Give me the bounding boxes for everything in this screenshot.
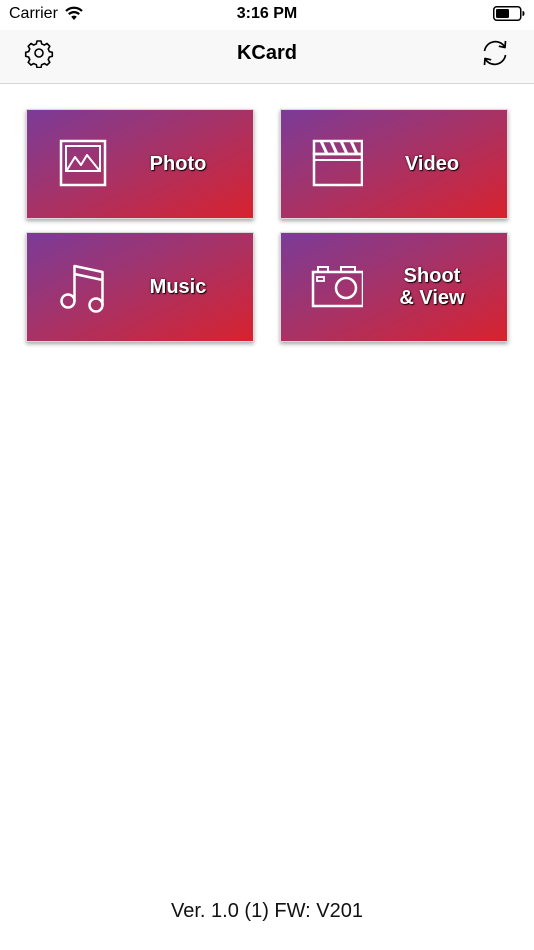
navigation-bar: KCard — [0, 30, 534, 84]
shoot-view-tile[interactable]: Shoot & View — [280, 232, 508, 342]
photo-tile[interactable]: Photo — [26, 109, 254, 219]
music-note-icon — [60, 264, 104, 313]
music-tile[interactable]: Music — [26, 232, 254, 342]
tile-label: Music — [149, 276, 207, 298]
camera-icon — [311, 266, 363, 308]
tile-label: Shoot & View — [399, 265, 465, 309]
version-label: Ver. 1.0 (1) FW: V201 — [171, 900, 363, 922]
clapperboard-icon — [312, 139, 363, 187]
battery-icon — [493, 6, 525, 21]
refresh-icon[interactable] — [479, 37, 511, 69]
tile-label: Photo — [149, 153, 207, 175]
video-tile[interactable]: Video — [280, 109, 508, 219]
status-bar: Carrier 3:16 PM — [0, 0, 534, 30]
photo-icon — [59, 139, 107, 187]
page-title: KCard — [236, 42, 297, 64]
tile-label: Video — [404, 153, 460, 175]
status-time: 3:16 PM — [236, 5, 298, 22]
